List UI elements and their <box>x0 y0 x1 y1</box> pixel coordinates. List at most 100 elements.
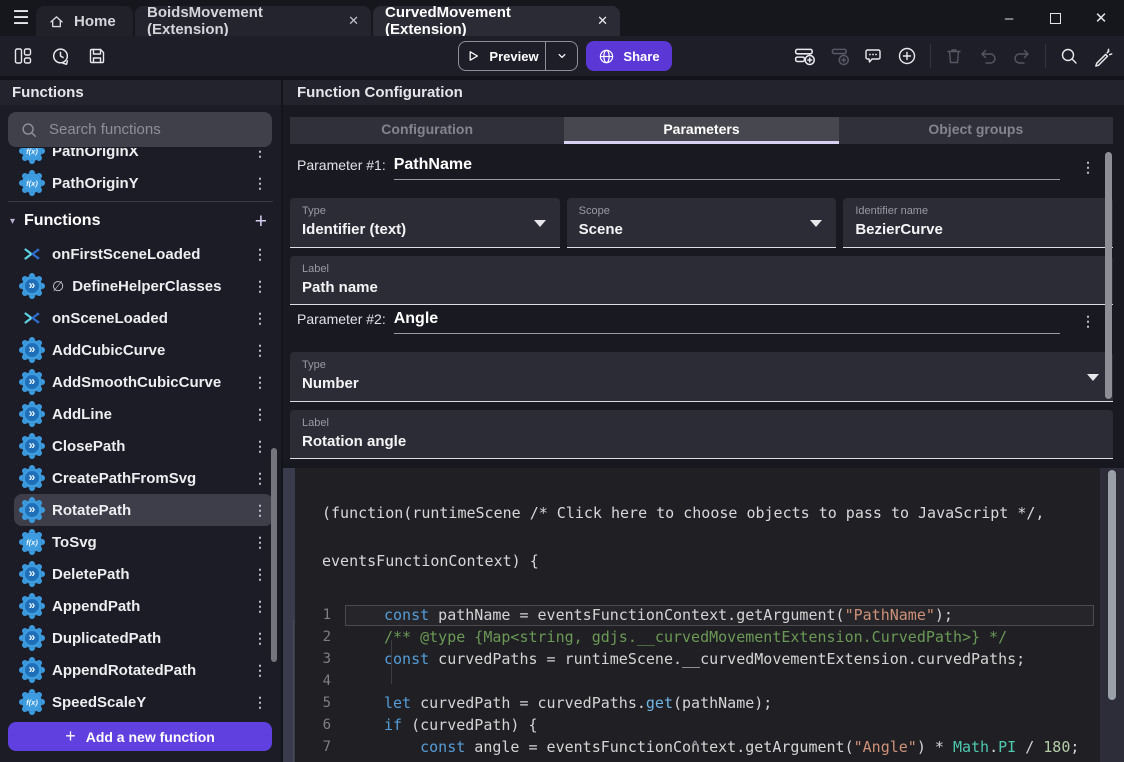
tab-object-groups[interactable]: Object groups <box>839 117 1113 144</box>
edit-tool-button[interactable] <box>1092 45 1114 67</box>
parameter-1-menu-button[interactable]: ⋮ <box>1078 160 1098 174</box>
function-item-SpeedScaleY[interactable]: f(x)SpeedScaleY⋮ <box>14 686 273 718</box>
minimize-button[interactable]: – <box>986 0 1032 36</box>
add-subevent-button[interactable] <box>828 45 850 67</box>
function-item-DefineHelperClasses[interactable]: »∅DefineHelperClasses⋮ <box>14 270 273 302</box>
item-menu-button[interactable]: ⋮ <box>253 375 267 389</box>
function-item-AddLine[interactable]: »AddLine⋮ <box>14 398 273 430</box>
code-block[interactable]: (function(runtimeScene /* Click here to … <box>295 468 1100 762</box>
code-scrollbar-track[interactable] <box>1100 468 1124 762</box>
code-line-1[interactable]: 1const pathName = eventsFunctionContext.… <box>295 604 1100 626</box>
close-window-button[interactable]: ✕ <box>1078 0 1124 36</box>
function-item-PathOriginY[interactable]: f(x)PathOriginY⋮ <box>14 167 273 199</box>
parameter-2-heading: Parameter #2: Angle <box>297 310 1060 334</box>
function-item-AddCubicCurve[interactable]: »AddCubicCurve⋮ <box>14 334 273 366</box>
add-function-plus-button[interactable]: + <box>255 211 267 232</box>
function-item-AddSmoothCubicCurve[interactable]: »AddSmoothCubicCurve⋮ <box>14 366 273 398</box>
close-icon[interactable]: ✕ <box>348 13 359 29</box>
action-function-icon: » <box>22 404 42 424</box>
code-line-5[interactable]: 5let curvedPath = curvedPaths.get(pathNa… <box>295 692 1100 714</box>
parameter-2-label-input[interactable]: Label Rotation angle <box>290 410 1113 459</box>
parameter-1-heading: Parameter #1: PathName <box>297 156 1060 180</box>
parameter-1-name-input[interactable]: PathName <box>394 156 1060 180</box>
item-menu-button[interactable]: ⋮ <box>253 599 267 613</box>
add-new-function-button[interactable]: + Add a new function <box>8 722 272 751</box>
item-menu-button[interactable]: ⋮ <box>253 311 267 325</box>
item-menu-button[interactable]: ⋮ <box>253 663 267 677</box>
close-icon[interactable]: ✕ <box>597 13 608 29</box>
sidebar-scrollbar[interactable] <box>271 448 277 662</box>
search-events-button[interactable] <box>1058 45 1080 67</box>
add-comment-button[interactable] <box>862 45 884 67</box>
parameter-1-type-select[interactable]: Type Identifier (text) <box>290 198 560 248</box>
function-item-DuplicatedPath[interactable]: »DuplicatedPath⋮ <box>14 622 273 654</box>
item-menu-button[interactable]: ⋮ <box>253 535 267 549</box>
play-icon <box>465 48 481 64</box>
code-scrollbar-thumb[interactable] <box>1108 470 1116 700</box>
share-button[interactable]: Share <box>586 41 672 71</box>
preview-dropdown-button[interactable] <box>546 49 577 63</box>
tab-boidsmovement[interactable]: BoidsMovement (Extension) ✕ <box>135 6 371 36</box>
item-menu-button[interactable]: ⋮ <box>253 247 267 261</box>
code-line-4[interactable]: 4 <box>295 670 1100 692</box>
item-menu-button[interactable]: ⋮ <box>253 631 267 645</box>
collapse-caret-icon[interactable]: ^ <box>683 738 707 753</box>
redo-button[interactable] <box>1011 45 1033 67</box>
item-menu-button[interactable]: ⋮ <box>253 343 267 357</box>
tab-home[interactable]: Home <box>36 6 133 36</box>
code-line-8[interactable]: 8 curvedPath.rotate(angle); <box>295 758 1100 762</box>
save-button[interactable] <box>86 45 108 67</box>
action-function-icon: » <box>22 500 42 520</box>
function-item-ToSvg[interactable]: f(x)ToSvg⋮ <box>14 526 273 558</box>
parameter-1-identifier-input[interactable]: Identifier name BezierCurve <box>843 198 1113 248</box>
function-item-onFirstSceneLoaded[interactable]: onFirstSceneLoaded⋮ <box>14 238 273 270</box>
item-menu-button[interactable]: ⋮ <box>253 695 267 709</box>
item-menu-button[interactable]: ⋮ <box>253 503 267 517</box>
item-menu-button[interactable]: ⋮ <box>253 176 267 190</box>
parameter-1-label-input[interactable]: Label Path name <box>290 256 1113 305</box>
preview-main[interactable]: Preview <box>459 48 545 64</box>
open-panels-button[interactable] <box>12 45 34 67</box>
function-item-DeletePath[interactable]: »DeletePath⋮ <box>14 558 273 590</box>
function-item-ClosePath[interactable]: »ClosePath⋮ <box>14 430 273 462</box>
version-history-button[interactable] <box>49 45 71 67</box>
preview-button[interactable]: Preview <box>458 41 578 71</box>
tab-parameters[interactable]: Parameters <box>564 117 838 144</box>
item-menu-button[interactable]: ⋮ <box>253 567 267 581</box>
functions-section-header[interactable]: ▾Functions+ <box>0 204 281 238</box>
function-item-label: DeletePath <box>52 566 243 583</box>
function-item-RotatePath[interactable]: »RotatePath⋮ <box>14 494 273 526</box>
item-menu-button[interactable]: ⋮ <box>253 471 267 485</box>
tab-configuration[interactable]: Configuration <box>290 117 564 144</box>
item-menu-button[interactable]: ⋮ <box>253 279 267 293</box>
item-menu-button[interactable]: ⋮ <box>253 148 267 158</box>
code-line-3[interactable]: 3const curvedPaths = runtimeScene.__curv… <box>295 648 1100 670</box>
undo-button[interactable] <box>977 45 999 67</box>
parameter-2-name-input[interactable]: Angle <box>394 310 1060 334</box>
function-item-CreatePathFromSvg[interactable]: »CreatePathFromSvg⋮ <box>14 462 273 494</box>
function-item-AppendRotatedPath[interactable]: »AppendRotatedPath⋮ <box>14 654 273 686</box>
code-header[interactable]: (function(runtimeScene /* Click here to … <box>295 468 1100 601</box>
tab-curvedmovement[interactable]: CurvedMovement (Extension) ✕ <box>373 6 620 36</box>
function-item-onSceneLoaded[interactable]: onSceneLoaded⋮ <box>14 302 273 334</box>
choose-add-button[interactable] <box>896 45 918 67</box>
function-item-label: AppendPath <box>52 598 243 615</box>
function-item-PathOriginX[interactable]: f(x)PathOriginX⋮ <box>14 148 273 167</box>
code-line-2[interactable]: 2/** @type {Map<string, gdjs.__curvedMov… <box>295 626 1100 648</box>
function-item-AppendPath[interactable]: »AppendPath⋮ <box>14 590 273 622</box>
delete-button[interactable] <box>943 45 965 67</box>
item-menu-button[interactable]: ⋮ <box>253 407 267 421</box>
parameter-2-menu-button[interactable]: ⋮ <box>1078 314 1098 328</box>
item-menu-button[interactable]: ⋮ <box>253 439 267 453</box>
code-line-6[interactable]: 6if (curvedPath) { <box>295 714 1100 736</box>
collapse-triangle-icon[interactable]: ▾ <box>10 216 15 227</box>
parameter-2-type-select[interactable]: Type Number <box>290 352 1113 402</box>
search-functions-input[interactable]: Search functions <box>8 112 272 147</box>
add-event-button[interactable] <box>794 45 816 67</box>
main-menu-button[interactable]: ☰ <box>8 5 34 31</box>
action-function-icon: » <box>22 468 42 488</box>
parameter-1-scope-select[interactable]: Scope Scene <box>567 198 837 248</box>
parameters-scrollbar[interactable] <box>1105 152 1112 399</box>
maximize-button[interactable] <box>1032 0 1078 36</box>
maximize-icon <box>1050 13 1061 24</box>
